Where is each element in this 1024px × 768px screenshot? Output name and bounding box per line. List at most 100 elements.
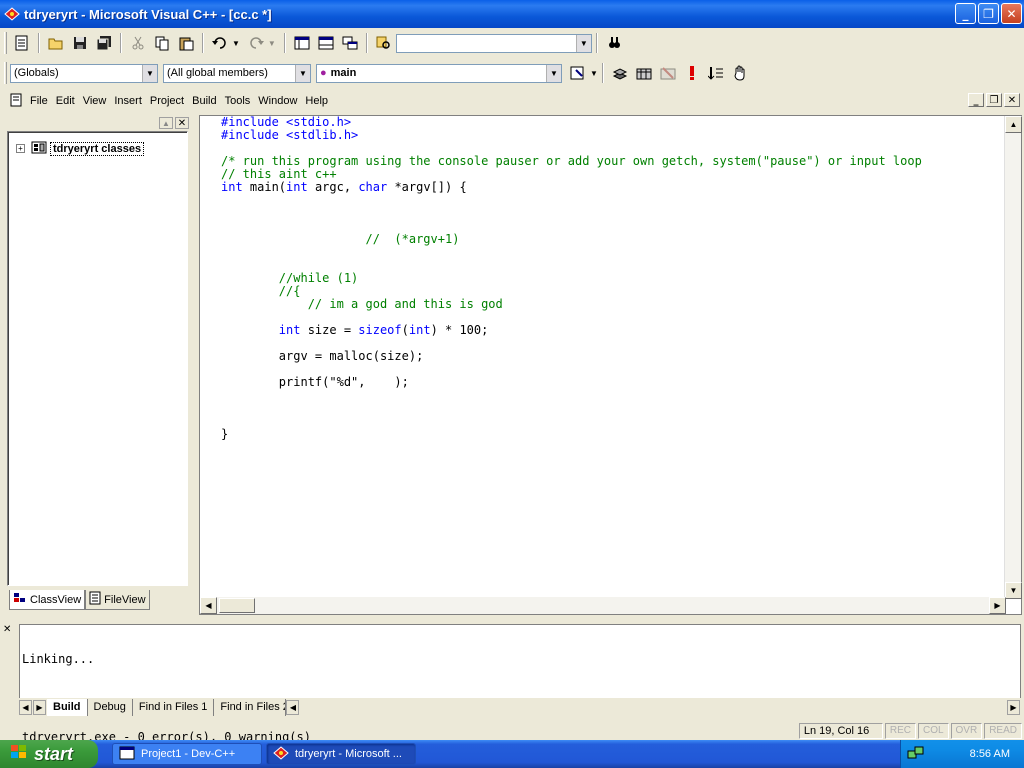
close-button[interactable]: ✕ <box>1001 3 1022 24</box>
redo-icon[interactable] <box>245 32 267 54</box>
document-close-button[interactable]: ✕ <box>1004 93 1020 107</box>
code-text[interactable]: #include <stdio.h> #include <stdlib.h> /*… <box>221 116 922 441</box>
clock[interactable]: 8:56 AM <box>970 748 1010 760</box>
tab-scroll-next-icon[interactable]: ▶ <box>33 699 46 715</box>
code-line[interactable] <box>221 246 922 259</box>
horizontal-scrollbar[interactable]: ◀ ▶ <box>200 597 1006 614</box>
chevron-down-icon[interactable]: ▼ <box>142 64 157 82</box>
document-icon[interactable] <box>10 93 22 110</box>
menu-file[interactable]: File <box>26 95 52 107</box>
code-line[interactable]: //while (1) <box>221 272 922 285</box>
tab-debug[interactable]: Debug <box>88 698 133 716</box>
workspace-close-button[interactable]: ✕ <box>175 117 189 129</box>
scroll-right-icon[interactable]: ▶ <box>1007 699 1020 715</box>
scroll-right-icon[interactable]: ▶ <box>989 597 1006 614</box>
expand-icon[interactable]: + <box>16 144 25 153</box>
stop-build-icon[interactable] <box>657 62 679 84</box>
code-line[interactable]: // (*argv+1) <box>221 233 922 246</box>
redo-dropdown-icon[interactable]: ▼ <box>268 39 276 48</box>
code-line[interactable] <box>221 402 922 415</box>
tab-find-in-files-2[interactable]: Find in Files 2 <box>214 698 287 716</box>
breakpoint-hand-icon[interactable] <box>729 62 751 84</box>
workspace-maximize-button[interactable]: ▲ <box>159 117 173 129</box>
menu-project[interactable]: Project <box>146 95 188 107</box>
cut-icon[interactable] <box>127 32 149 54</box>
code-line[interactable]: } <box>221 428 922 441</box>
menu-window[interactable]: Window <box>254 95 301 107</box>
code-line[interactable] <box>221 194 922 207</box>
code-line[interactable]: int main(int argc, char *argv[]) { <box>221 181 922 194</box>
maximize-button[interactable]: ❐ <box>978 3 999 24</box>
title-bar[interactable]: tdryeryrt - Microsoft Visual C++ - [cc.c… <box>0 0 1024 28</box>
copy-icon[interactable] <box>151 32 173 54</box>
execute-icon[interactable] <box>681 62 703 84</box>
scroll-left-icon[interactable]: ◀ <box>200 597 217 614</box>
find-in-files-icon[interactable] <box>373 32 395 54</box>
tab-build[interactable]: Build <box>47 698 88 716</box>
scroll-down-icon[interactable]: ▼ <box>1005 582 1022 599</box>
code-editor[interactable]: #include <stdio.h> #include <stdlib.h> /*… <box>199 115 1022 615</box>
output-close-button[interactable]: ✕ <box>3 624 16 654</box>
standard-toolbar: ▼ ▼ ▼ <box>0 28 1024 58</box>
menu-build[interactable]: Build <box>188 95 220 107</box>
toolbar-grip[interactable] <box>4 32 7 54</box>
filter-combo[interactable]: (All global members) ▼ <box>163 63 311 83</box>
code-line[interactable]: argv = malloc(size); <box>221 350 922 363</box>
new-file-icon[interactable] <box>11 32 33 54</box>
output-window-icon[interactable] <box>315 32 337 54</box>
document-minimize-button[interactable]: _ <box>968 93 984 107</box>
wizard-dropdown-icon[interactable]: ▼ <box>590 69 598 78</box>
menu-edit[interactable]: Edit <box>52 95 79 107</box>
code-line[interactable] <box>221 415 922 428</box>
code-line[interactable]: printf("%d", ); <box>221 376 922 389</box>
wizard-action-icon[interactable] <box>567 62 589 84</box>
build-icon[interactable] <box>633 62 655 84</box>
menu-view[interactable]: View <box>79 95 111 107</box>
paste-icon[interactable] <box>175 32 197 54</box>
class-combo[interactable]: (Globals) ▼ <box>10 63 158 83</box>
save-all-icon[interactable] <box>93 32 115 54</box>
scroll-thumb[interactable] <box>219 598 255 613</box>
document-restore-button[interactable]: ❐ <box>986 93 1002 107</box>
code-line[interactable]: int size = sizeof(int) * 100; <box>221 324 922 337</box>
chevron-down-icon[interactable]: ▼ <box>546 64 561 82</box>
filter-combo-value: (All global members) <box>167 67 268 79</box>
scroll-up-icon[interactable]: ▲ <box>1005 116 1022 133</box>
workspace-window-icon[interactable] <box>291 32 313 54</box>
code-line[interactable] <box>221 389 922 402</box>
code-line[interactable]: #include <stdlib.h> <box>221 129 922 142</box>
menu-help[interactable]: Help <box>301 95 332 107</box>
network-icon[interactable] <box>907 745 925 764</box>
start-button[interactable]: start <box>0 740 98 768</box>
code-line[interactable] <box>221 207 922 220</box>
chevron-down-icon[interactable]: ▼ <box>295 64 310 82</box>
go-icon[interactable] <box>705 62 727 84</box>
save-icon[interactable] <box>69 32 91 54</box>
code-line[interactable]: // im a god and this is god <box>221 298 922 311</box>
minimize-button[interactable]: _ <box>955 3 976 24</box>
undo-dropdown-icon[interactable]: ▼ <box>232 39 240 48</box>
chevron-down-icon[interactable]: ▼ <box>575 34 591 52</box>
class-tree[interactable]: + tdryeryrt classes <box>7 131 188 586</box>
toolbar-grip[interactable] <box>4 62 7 84</box>
taskbar-item-devcpp[interactable]: Project1 - Dev-C++ <box>112 743 262 765</box>
tab-fileview[interactable]: FileView <box>85 590 150 610</box>
tab-classview[interactable]: ClassView <box>9 590 86 610</box>
tree-node-classes[interactable]: + tdryeryrt classes <box>16 140 145 157</box>
menu-insert[interactable]: Insert <box>110 95 146 107</box>
window-list-icon[interactable] <box>339 32 361 54</box>
tree-label[interactable]: tdryeryrt classes <box>50 141 145 156</box>
taskbar-item-msvc[interactable]: tdryeryrt - Microsoft ... <box>266 743 416 765</box>
menu-tools[interactable]: Tools <box>221 95 255 107</box>
output-text[interactable]: Linking... tdryeryrt.exe - 0 error(s), 0… <box>19 624 1021 744</box>
scroll-left-icon[interactable]: ◀ <box>286 699 300 715</box>
compile-icon[interactable] <box>609 62 631 84</box>
undo-icon[interactable] <box>209 32 231 54</box>
open-folder-icon[interactable] <box>45 32 67 54</box>
tab-scroll-first-icon[interactable]: ◀ <box>19 699 32 715</box>
find-icon[interactable] <box>603 32 625 54</box>
members-combo[interactable]: ● main ▼ <box>316 63 562 83</box>
tab-find-in-files-1[interactable]: Find in Files 1 <box>133 698 215 716</box>
vertical-scrollbar[interactable]: ▲ ▼ <box>1004 116 1022 599</box>
find-combo[interactable]: ▼ <box>395 33 592 53</box>
